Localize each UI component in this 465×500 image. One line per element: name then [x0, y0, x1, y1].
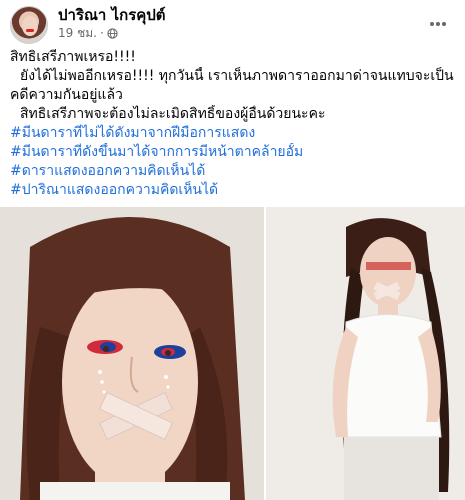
- post-header: ปาริณา ไกรคุปต์ 19 ชม. ·: [6, 4, 460, 44]
- avatar[interactable]: [10, 6, 48, 44]
- post-text: สิทธิเสรีภาพเหรอ!!!! ยังได้ไม่พออีกเหรอ!…: [10, 48, 456, 200]
- facebook-post: ปาริณา ไกรคุปต์ 19 ชม. · สิทธิเสรีภาพเหร…: [0, 0, 465, 500]
- hashtag-link[interactable]: #มีนดาราที่ไม่ได้ดังมาจากฝีมือการแสดง: [10, 124, 456, 143]
- post-text-line: สิทธิเสรีภาพเหรอ!!!!: [10, 49, 136, 65]
- hashtag-link[interactable]: #ดาราแสดงออกความคิดเห็นได้: [10, 162, 456, 181]
- more-options-button[interactable]: [424, 10, 452, 38]
- post-text-line: ยังได้ไม่พออีกเหรอ!!!! ทุกวันนี้ เราเห็น…: [20, 68, 454, 84]
- photo-right[interactable]: [266, 207, 465, 500]
- avatar-face: [22, 16, 38, 36]
- meta-separator: ·: [99, 26, 104, 40]
- photo-left[interactable]: [0, 207, 264, 500]
- hashtag-link[interactable]: #มีนดาราที่ดังขึ้นมาได้จากการมีหน้าตาคล้…: [10, 143, 456, 162]
- avatar-mouth: [26, 29, 34, 32]
- post-text-line: คดีความกันอยู่แล้ว: [10, 87, 123, 103]
- author-name[interactable]: ปาริณา ไกรคุปต์: [58, 6, 166, 24]
- globe-icon[interactable]: [107, 27, 118, 39]
- photo-left-illustration: [0, 207, 264, 500]
- hashtag-link[interactable]: #ปาริณาแสดงออกความคิดเห็นได้: [10, 181, 456, 200]
- post-text-line: สิทธิเสรีภาพจะต้องไม่ละเมิดสิทธิ์ของผู้อ…: [20, 106, 326, 122]
- photo-right-illustration: [266, 207, 465, 500]
- post-photos: [0, 207, 465, 500]
- post-time[interactable]: 19 ชม.: [58, 26, 97, 40]
- post-meta: 19 ชม. ·: [58, 26, 118, 40]
- more-horizontal-icon: [430, 22, 446, 26]
